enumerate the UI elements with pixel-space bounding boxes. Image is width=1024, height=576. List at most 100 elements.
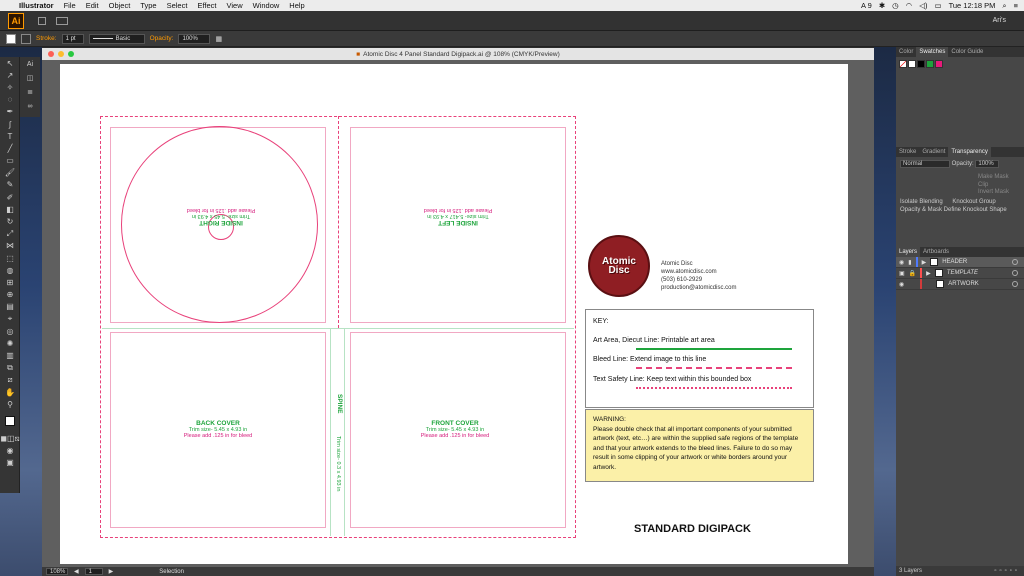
menu-edit[interactable]: Edit bbox=[81, 1, 104, 10]
layer-name[interactable]: ARTWORK bbox=[948, 281, 979, 287]
tab-stroke[interactable]: Stroke bbox=[896, 147, 919, 157]
status-tool-label[interactable]: Selection bbox=[159, 569, 184, 575]
zoom-field[interactable]: 108% bbox=[46, 568, 68, 575]
lock-icon[interactable]: 🔒 bbox=[909, 270, 916, 277]
bridge-icon[interactable] bbox=[38, 16, 46, 25]
swatch-none[interactable] bbox=[899, 60, 907, 68]
artboard-number-field[interactable]: 1 bbox=[84, 568, 103, 575]
menu-type[interactable]: Type bbox=[135, 1, 161, 10]
perspective-grid-tool-icon[interactable]: ⊞ bbox=[0, 276, 20, 288]
blend-tool-icon[interactable]: ◎ bbox=[0, 325, 20, 337]
adobe-status-icon[interactable]: A 9 bbox=[861, 1, 872, 10]
layer-target-icon[interactable] bbox=[1012, 259, 1018, 265]
eraser-tool-icon[interactable]: ◧ bbox=[0, 203, 20, 215]
symbol-sprayer-tool-icon[interactable]: ✺ bbox=[0, 337, 20, 349]
wifi-icon[interactable]: ◠ bbox=[906, 1, 913, 10]
layer-row-template[interactable]: ▣ 🔒 ▶ TEMPLATE bbox=[896, 268, 1024, 279]
rectangle-tool-icon[interactable]: ▭ bbox=[0, 155, 20, 167]
libraries-icon[interactable]: ◫ bbox=[20, 71, 40, 85]
artboard-tool-icon[interactable]: ⧉ bbox=[0, 362, 20, 374]
menu-clock[interactable]: Tue 12:18 PM bbox=[949, 1, 996, 10]
menu-effect[interactable]: Effect bbox=[192, 1, 221, 10]
notifications-icon[interactable]: ≡ bbox=[1014, 1, 1018, 10]
style-icon[interactable]: ▦ bbox=[215, 35, 222, 43]
eyedropper-tool-icon[interactable]: ⌖ bbox=[0, 313, 20, 325]
fill-swatch[interactable] bbox=[6, 33, 16, 44]
layer-name[interactable]: TEMPLATE bbox=[947, 270, 978, 276]
expand-arrow-icon[interactable]: ▶ bbox=[922, 259, 927, 266]
visibility-eye-icon[interactable]: ◉ bbox=[899, 281, 904, 288]
menu-help[interactable]: Help bbox=[284, 1, 309, 10]
previous-artboard-icon[interactable]: ◀ bbox=[74, 568, 79, 575]
artboard[interactable]: INSIDE RIGHT Trim size- 5.45 x 4.93 in P… bbox=[60, 64, 848, 564]
rotate-tool-icon[interactable]: ↻ bbox=[0, 215, 20, 227]
blob-brush-tool-icon[interactable]: ✐ bbox=[0, 191, 20, 203]
layer-row-header[interactable]: ◉ ▮ ▶ HEADER bbox=[896, 257, 1024, 268]
swatch-black[interactable] bbox=[917, 60, 925, 68]
template-visibility-icon[interactable]: ▣ bbox=[899, 270, 905, 277]
color-mode-icon[interactable]: ◼◫⧅ bbox=[0, 432, 20, 444]
brush-definition[interactable]: Basic bbox=[88, 33, 145, 44]
type-tool-icon[interactable]: T bbox=[0, 130, 20, 142]
opacity-field[interactable]: 100% bbox=[178, 33, 211, 44]
tab-color[interactable]: Color bbox=[896, 47, 916, 57]
opacity-mask-checkbox[interactable]: Opacity & Mask Define Knockout Shape bbox=[900, 207, 1020, 213]
battery-icon[interactable]: ▭ bbox=[934, 1, 941, 10]
pencil-tool-icon[interactable]: ✎ bbox=[0, 179, 20, 191]
invert-mask-checkbox[interactable]: Invert Mask bbox=[978, 189, 1020, 195]
workspace-switcher[interactable]: Ari's bbox=[993, 17, 1006, 24]
tab-gradient[interactable]: Gradient bbox=[919, 147, 948, 157]
transparency-opacity-field[interactable]: 100% bbox=[975, 160, 1000, 168]
slice-tool-icon[interactable]: ⧄ bbox=[0, 374, 20, 386]
layer-target-icon[interactable] bbox=[1012, 270, 1018, 276]
layer-actions-icons[interactable]: ▫▫▫▫▫ bbox=[994, 568, 1020, 574]
mesh-tool-icon[interactable]: ⊕ bbox=[0, 289, 20, 301]
visibility-eye-icon[interactable]: ◉ bbox=[899, 259, 904, 266]
tab-layers[interactable]: Layers bbox=[896, 247, 921, 257]
magic-wand-tool-icon[interactable]: ✧ bbox=[0, 81, 20, 93]
clock-icon[interactable]: ◷ bbox=[892, 1, 899, 10]
lasso-tool-icon[interactable]: ◌ bbox=[0, 94, 20, 106]
zoom-tool-icon[interactable]: ⚲ bbox=[0, 398, 20, 410]
tab-color-guide[interactable]: Color Guide bbox=[948, 47, 986, 57]
swatch-white[interactable] bbox=[908, 60, 916, 68]
swatch-green[interactable] bbox=[926, 60, 934, 68]
stroke-swatch[interactable] bbox=[21, 33, 31, 44]
knockout-group-checkbox[interactable]: Knockout Group bbox=[952, 199, 995, 205]
lock-icon[interactable]: ▮ bbox=[908, 259, 911, 266]
layer-target-icon[interactable] bbox=[1012, 281, 1018, 287]
properties-icon[interactable]: ≣ bbox=[20, 85, 40, 99]
screen-mode-icon[interactable]: ▣ bbox=[0, 457, 20, 469]
curvature-tool-icon[interactable]: ∫ bbox=[0, 118, 20, 130]
menu-app[interactable]: Illustrator bbox=[14, 1, 59, 10]
stroke-label[interactable]: Stroke: bbox=[36, 35, 57, 42]
gradient-tool-icon[interactable]: ▤ bbox=[0, 301, 20, 313]
volume-icon[interactable]: ◁) bbox=[919, 1, 927, 10]
paintbrush-tool-icon[interactable]: 🖌 bbox=[0, 167, 20, 179]
ai-panel-icon[interactable]: Ai bbox=[20, 57, 40, 71]
swatch-magenta[interactable] bbox=[935, 60, 943, 68]
layer-row-artwork[interactable]: ◉ ARTWORK bbox=[896, 279, 1024, 290]
scale-tool-icon[interactable]: ⤢ bbox=[0, 228, 20, 240]
direct-selection-tool-icon[interactable]: ↗ bbox=[0, 69, 20, 81]
tab-artboards[interactable]: Artboards bbox=[920, 247, 952, 257]
layer-name[interactable]: HEADER bbox=[942, 259, 967, 265]
zoom-window-icon[interactable] bbox=[68, 51, 74, 57]
fill-color-box[interactable] bbox=[5, 416, 15, 427]
minimize-window-icon[interactable] bbox=[58, 51, 64, 57]
search-icon[interactable]: ⌕ bbox=[1002, 1, 1006, 11]
hand-tool-icon[interactable]: ✋ bbox=[0, 386, 20, 398]
isolate-blending-checkbox[interactable]: Isolate Blending bbox=[900, 199, 943, 205]
make-mask-button[interactable]: Make Mask bbox=[978, 174, 1020, 180]
menu-window[interactable]: Window bbox=[248, 1, 285, 10]
shape-builder-tool-icon[interactable]: ◍ bbox=[0, 264, 20, 276]
fill-stroke-icon[interactable] bbox=[0, 410, 20, 432]
links-icon[interactable]: ∞ bbox=[20, 99, 40, 113]
menu-view[interactable]: View bbox=[221, 1, 247, 10]
width-tool-icon[interactable]: ⋈ bbox=[0, 240, 20, 252]
clip-checkbox[interactable]: Clip bbox=[978, 182, 1020, 188]
free-transform-tool-icon[interactable]: ⬚ bbox=[0, 252, 20, 264]
menu-select[interactable]: Select bbox=[162, 1, 193, 10]
arrange-documents-icon[interactable] bbox=[56, 16, 68, 25]
line-tool-icon[interactable]: ╱ bbox=[0, 142, 20, 154]
